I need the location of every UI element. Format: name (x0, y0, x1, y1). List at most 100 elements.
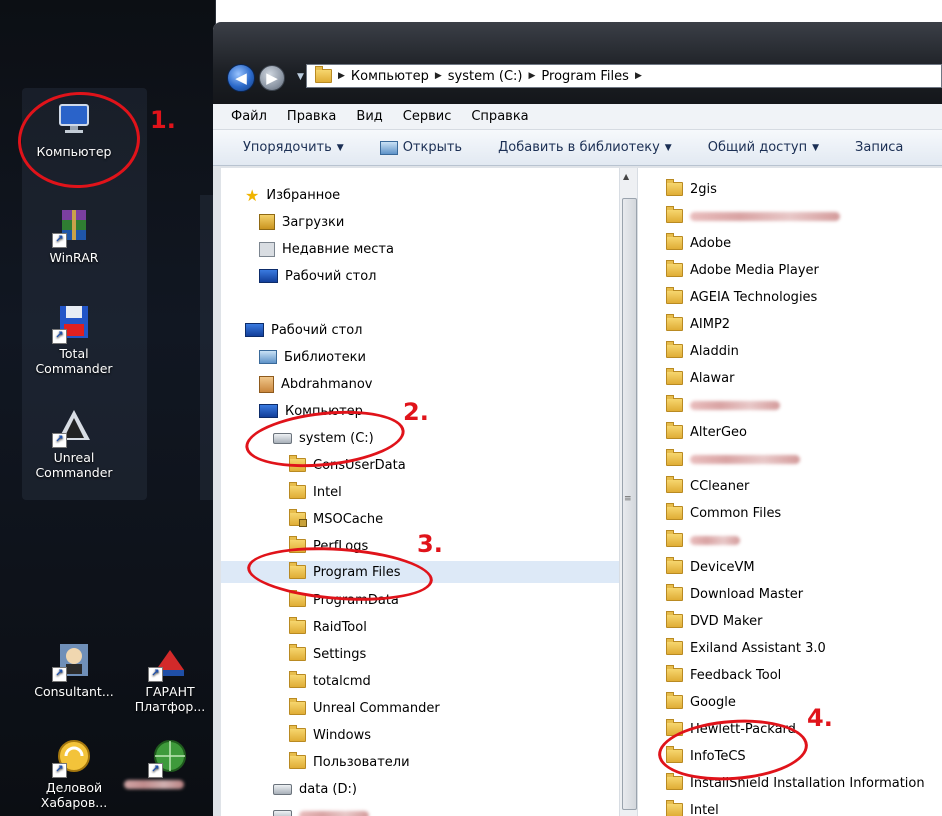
file-item[interactable]: Alawar (666, 367, 734, 389)
menu-edit[interactable]: Правка (287, 109, 336, 124)
file-item[interactable] (666, 529, 740, 551)
breadcrumb-separator-icon[interactable]: ▶ (435, 71, 442, 81)
desktop-icon-garant[interactable]: ↗ ГАРАНТ Платфор... (124, 640, 216, 714)
breadcrumb-computer[interactable]: Компьютер (351, 69, 429, 84)
breadcrumb-system-c[interactable]: system (C:) (448, 69, 523, 84)
nav-downloads[interactable]: Загрузки (259, 211, 344, 233)
desktop-icon-globe[interactable]: ↗ (124, 736, 216, 789)
file-item[interactable]: CCleaner (666, 475, 749, 497)
desktop-icon (245, 323, 264, 337)
file-item-label: Common Files (690, 505, 782, 521)
nav-user[interactable]: Abdrahmanov (259, 373, 372, 395)
drive-icon (273, 783, 292, 795)
file-item[interactable]: AlterGeo (666, 421, 747, 443)
menu-file[interactable]: Файл (231, 109, 267, 124)
desktop-icon-label: WinRAR (49, 250, 99, 265)
nav-folder-programdata[interactable]: ProgramData (289, 589, 399, 611)
desktop-icon-computer[interactable]: Компьютер (26, 100, 122, 159)
open-button[interactable]: Открыть (379, 140, 462, 155)
file-item-label: Adobe Media Player (690, 262, 819, 278)
nav-drive-d[interactable]: data (D:) (273, 778, 357, 800)
file-item[interactable]: InstallShield Installation Information (666, 772, 925, 794)
file-item-label: Intel (690, 802, 719, 816)
file-item[interactable]: Feedback Tool (666, 664, 781, 686)
nav-folder-unreal-commander[interactable]: Unreal Commander (289, 697, 440, 719)
file-item[interactable]: Adobe Media Player (666, 259, 819, 281)
folder-icon (666, 395, 683, 412)
nav-computer[interactable]: Компьютер (259, 400, 363, 422)
nav-desktop-favorite[interactable]: Рабочий стол (259, 265, 376, 287)
desktop-icon-delovoy[interactable]: ↗ Деловой Хабаров... (26, 736, 122, 810)
file-item[interactable] (666, 448, 800, 470)
nav-label: system (C:) (299, 430, 374, 446)
nav-folder-users[interactable]: Пользователи (289, 751, 410, 773)
file-item[interactable]: DeviceVM (666, 556, 755, 578)
breadcrumb-separator-icon[interactable]: ▶ (529, 71, 536, 81)
file-item[interactable]: Aladdin (666, 340, 739, 362)
shortcut-arrow-icon: ↗ (52, 763, 67, 778)
folder-icon (666, 368, 683, 385)
desktop-icon-winrar[interactable]: ↗ WinRAR (26, 206, 122, 265)
menu-help[interactable]: Справка (471, 109, 528, 124)
desktop-icon-total-commander[interactable]: ↗ Total Commander (26, 302, 122, 376)
folder-icon (666, 530, 683, 547)
file-item[interactable] (666, 394, 780, 416)
nav-folder-totalcmd[interactable]: totalcmd (289, 670, 371, 692)
back-button[interactable]: ◀ (227, 64, 255, 92)
desktop-icon-consultant[interactable]: ↗ Consultant... (26, 640, 122, 699)
nav-drive-c[interactable]: system (C:) (273, 427, 374, 449)
nav-label: data (D:) (299, 781, 357, 797)
desktop: Компьютер ↗ WinRAR ↗ Total Commander ↗ U… (0, 0, 216, 816)
nav-favorites[interactable]: ★ Избранное (245, 184, 340, 206)
share-button[interactable]: Общий доступ ▼ (708, 140, 819, 155)
organize-button[interactable]: Упорядочить ▼ (243, 140, 344, 155)
nav-folder-intel[interactable]: Intel (289, 481, 342, 503)
menu-view[interactable]: Вид (356, 109, 382, 124)
add-to-library-button[interactable]: Добавить в библиотеку ▼ (498, 140, 672, 155)
shortcut-arrow-icon: ↗ (52, 233, 67, 248)
burn-button[interactable]: Записа (855, 140, 903, 155)
menu-tools[interactable]: Сервис (403, 109, 452, 124)
folder-icon (666, 773, 683, 790)
nav-recent-places[interactable]: Недавние места (259, 238, 394, 260)
consultant-icon: ↗ (52, 640, 94, 682)
nav-drive-redacted[interactable] (273, 804, 369, 816)
file-item[interactable]: Exiland Assistant 3.0 (666, 637, 826, 659)
nav-folder-windows[interactable]: Windows (289, 724, 371, 746)
navigation-scrollbar[interactable]: ▲ ≡ (619, 168, 638, 816)
desktop-icon-unreal-commander[interactable]: ↗ Unreal Commander (26, 406, 122, 480)
nav-label: PerfLogs (313, 538, 369, 554)
file-item[interactable] (666, 205, 840, 227)
nav-folder-settings[interactable]: Settings (289, 643, 366, 665)
breadcrumb-program-files[interactable]: Program Files (541, 69, 629, 84)
file-item[interactable]: InfoTeCS (666, 745, 746, 767)
file-item[interactable]: Common Files (666, 502, 781, 524)
breadcrumb-separator-icon[interactable]: ▶ (635, 71, 642, 81)
history-dropdown-icon[interactable]: ▼ (297, 72, 304, 82)
file-item[interactable]: DVD Maker (666, 610, 762, 632)
nav-label: Windows (313, 727, 372, 743)
forward-button[interactable]: ▶ (259, 65, 285, 91)
nav-folder-perflogs[interactable]: PerfLogs (289, 535, 368, 557)
file-item[interactable]: Adobe (666, 232, 731, 254)
file-item[interactable]: Download Master (666, 583, 803, 605)
nav-folder-msocache[interactable]: MSOCache (289, 508, 383, 530)
nav-label: Загрузки (282, 214, 345, 230)
nav-folder-raidtool[interactable]: RaidTool (289, 616, 367, 638)
nav-folder-consuserdata[interactable]: ConsUserData (289, 454, 406, 476)
file-item[interactable]: Hewlett-Packard (666, 718, 796, 740)
file-item[interactable]: AIMP2 (666, 313, 730, 335)
nav-desktop[interactable]: Рабочий стол (245, 319, 362, 341)
scrollbar-thumb[interactable] (622, 198, 637, 810)
file-item[interactable]: AGEIA Technologies (666, 286, 817, 308)
file-item-label: AIMP2 (690, 316, 731, 332)
nav-folder-program-files[interactable]: Program Files (221, 561, 619, 583)
address-bar[interactable]: ▶ Компьютер ▶ system (C:) ▶ Program File… (306, 64, 942, 88)
nav-libraries[interactable]: Библиотеки (259, 346, 366, 368)
breadcrumb-separator-icon[interactable]: ▶ (338, 71, 345, 81)
command-bar: Упорядочить ▼ Открыть Добавить в библиот… (213, 130, 942, 166)
scroll-up-arrow-icon[interactable]: ▲ (623, 172, 629, 181)
file-item[interactable]: Google (666, 691, 736, 713)
file-item[interactable]: 2gis (666, 178, 717, 200)
file-item[interactable]: Intel (666, 799, 719, 816)
